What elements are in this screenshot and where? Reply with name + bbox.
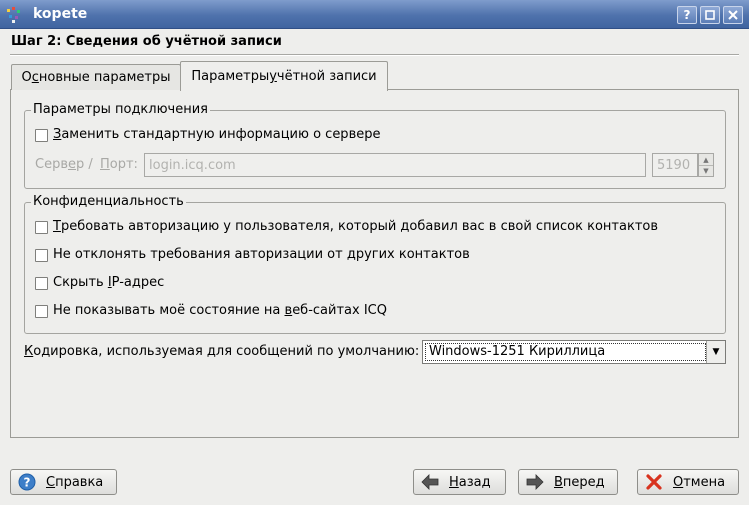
override-server-label[interactable]: Заменить стандартную информацию о сервер… <box>53 127 380 142</box>
question-icon: ? <box>683 8 691 22</box>
window-close-button[interactable] <box>723 6 743 24</box>
privacy-group-title: Конфиденциальность <box>31 194 186 209</box>
cancel-x-icon <box>645 473 663 491</box>
next-button[interactable]: Вперед <box>518 469 618 495</box>
close-icon <box>728 10 738 20</box>
hide-web-status-checkbox[interactable] <box>35 305 48 318</box>
window-maximize-button[interactable] <box>700 6 720 24</box>
encoding-select-value: Windows-1251 Кириллица <box>425 343 706 361</box>
encoding-select[interactable]: Windows-1251 Кириллица ▼ <box>422 340 726 364</box>
no-reject-auth-checkbox[interactable] <box>35 249 48 262</box>
port-stepper[interactable]: ▲ ▼ <box>698 153 714 177</box>
port-label: Порт: <box>100 157 138 172</box>
require-auth-checkbox[interactable] <box>35 221 48 234</box>
back-button[interactable]: Назад <box>413 469 506 495</box>
help-button[interactable]: ? Справка <box>10 469 117 495</box>
window-help-button[interactable]: ? <box>677 6 697 24</box>
header-separator <box>10 54 739 56</box>
chevron-down-icon[interactable]: ▼ <box>706 341 725 363</box>
hide-web-status-label[interactable]: Не показывать моё состояние на веб-сайта… <box>53 303 387 318</box>
tab-basic-settings[interactable]: Ос новные параметры <box>11 64 181 90</box>
no-reject-auth-label[interactable]: Не отклонять требования авторизации от д… <box>53 247 470 262</box>
help-icon: ? <box>18 473 36 491</box>
svg-text:?: ? <box>24 476 31 490</box>
maximize-icon <box>705 10 715 20</box>
tab-account-settings[interactable]: Параметры у чётной записи <box>180 61 388 91</box>
window-title: kopete <box>33 6 88 22</box>
arrow-left-icon <box>421 473 439 491</box>
connection-group <box>24 110 726 189</box>
port-input[interactable]: 5190 <box>652 153 698 177</box>
override-server-checkbox[interactable] <box>35 129 48 142</box>
hide-ip-checkbox[interactable] <box>35 277 48 290</box>
arrow-right-icon <box>526 473 544 491</box>
server-label: Сервер / <box>35 157 93 172</box>
cancel-button[interactable]: Отмена <box>637 469 739 495</box>
page-title: Шаг 2: Сведения об учётной записи <box>11 34 282 49</box>
hide-ip-label[interactable]: Скрыть IP-адрес <box>53 275 164 290</box>
connection-group-title: Параметры подключения <box>31 102 210 117</box>
window-titlebar[interactable] <box>0 0 749 29</box>
spin-down-icon[interactable]: ▼ <box>699 165 713 176</box>
require-auth-label[interactable]: Требовать авторизацию у пользователя, ко… <box>53 219 658 234</box>
encoding-label: Кодировка, используемая для сообщений по… <box>24 344 420 359</box>
kopete-app-icon <box>6 6 24 24</box>
server-input[interactable]: login.icq.com <box>144 153 646 177</box>
